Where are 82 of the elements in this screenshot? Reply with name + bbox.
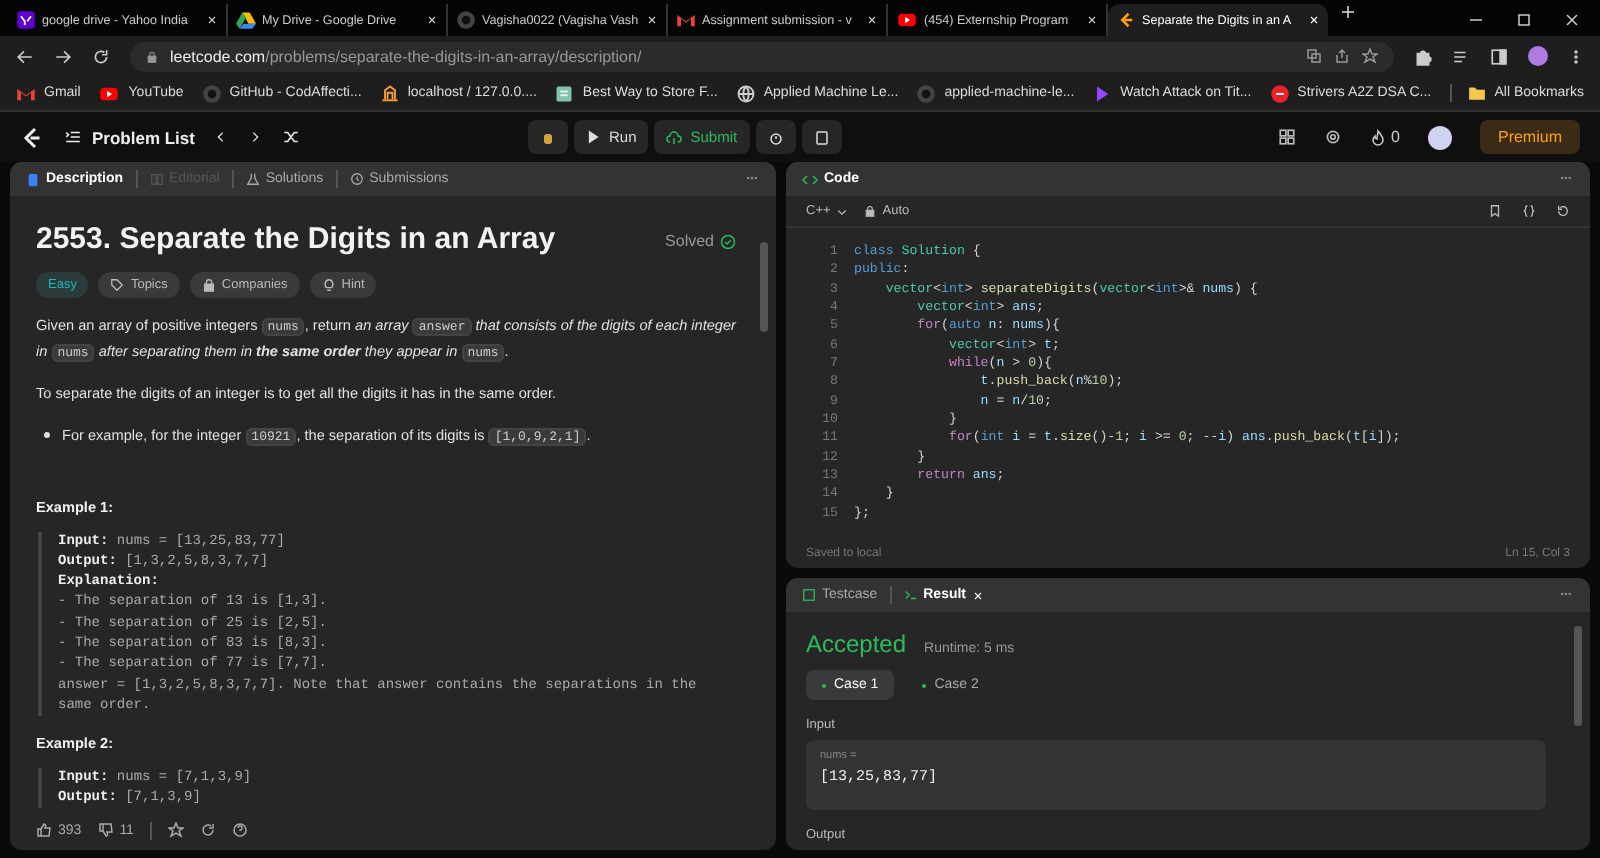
- avatar-circle[interactable]: [1427, 125, 1452, 149]
- reset-icon: [1556, 204, 1570, 218]
- premium-button[interactable]: Premium: [1479, 120, 1580, 154]
- layout-icon: [1277, 128, 1296, 146]
- thumbs-up-icon: [36, 822, 52, 838]
- chevron-down-icon: [836, 205, 849, 217]
- flask-icon: [245, 172, 260, 186]
- note-icon: [813, 129, 830, 145]
- globe-icon: [735, 83, 756, 103]
- star-icon: [1362, 48, 1378, 64]
- circle-logo-icon: [1269, 83, 1290, 103]
- close-icon: [206, 14, 218, 26]
- close-icon: [1308, 14, 1320, 26]
- cloud-upload-icon: [666, 129, 683, 145]
- star-icon: [167, 822, 184, 838]
- lock-icon: [864, 204, 877, 218]
- lightbulb-icon: [321, 278, 336, 292]
- share-icon: [1334, 48, 1350, 64]
- terminal-icon: [903, 588, 918, 602]
- lock-icon: [201, 278, 216, 292]
- triangle-logo-icon: [236, 10, 256, 30]
- close-icon: [646, 14, 658, 26]
- list-icon: [1452, 47, 1470, 65]
- list-icon: [64, 128, 82, 146]
- logo-icon: [20, 125, 44, 149]
- play-icon: [1092, 83, 1113, 103]
- reload-icon: [92, 47, 110, 65]
- folder-icon: [1468, 84, 1487, 102]
- back-icon: [16, 47, 34, 65]
- book-icon: [149, 172, 164, 186]
- settings-icon: [1323, 128, 1342, 146]
- checkbox-icon: [802, 588, 816, 602]
- more-icon: [1558, 587, 1574, 599]
- tag-icon: [110, 278, 125, 292]
- problem-title: 2553. Separate the Digits in an Array: [36, 220, 556, 260]
- share-icon: [199, 822, 216, 838]
- play-logo-icon: [896, 10, 918, 30]
- braces-icon: [1522, 204, 1536, 218]
- history-icon: [349, 172, 364, 186]
- forward-icon: [54, 47, 72, 65]
- shuffle-icon: [282, 128, 301, 146]
- page-icon: [554, 83, 575, 103]
- close-icon: [426, 14, 438, 26]
- solved-status: Solved: [665, 230, 736, 254]
- problem-list-button[interactable]: Problem List: [64, 127, 195, 147]
- sidebar-icon: [1490, 47, 1508, 65]
- close-icon: [972, 589, 985, 601]
- close-icon: [1086, 14, 1098, 26]
- alarm-clock-icon: [767, 129, 784, 145]
- avatar-circle[interactable]: [1528, 46, 1548, 66]
- maximize-icon: [1516, 12, 1532, 28]
- play-logo-icon: [98, 83, 121, 103]
- timer-button[interactable]: [755, 120, 796, 154]
- mail-logo-icon: [676, 10, 696, 30]
- notes-button[interactable]: [801, 120, 842, 154]
- plus-icon: [1340, 4, 1356, 20]
- help-icon: [231, 822, 248, 838]
- code-icon: [802, 171, 818, 187]
- document-icon: [26, 171, 40, 187]
- address-field[interactable]: leetcode.com/problems/separate-the-digits-in-an-array/description/: [130, 41, 1394, 71]
- thumbs-down-icon: [97, 822, 114, 838]
- scrollbar[interactable]: [760, 242, 768, 332]
- chevron-left-icon: [214, 130, 229, 144]
- more-icon: [744, 171, 760, 183]
- menu-icon: [1568, 47, 1584, 65]
- verdict: Accepted: [806, 630, 907, 658]
- bullet-icon: [44, 432, 50, 438]
- yahoo-logo-icon: [16, 10, 36, 30]
- play-icon: [586, 130, 601, 144]
- debug-button[interactable]: [528, 120, 569, 154]
- mail-logo-icon: [16, 83, 36, 103]
- more-icon: [1558, 171, 1574, 183]
- scrollbar[interactable]: [1574, 626, 1582, 726]
- close-icon: [866, 14, 878, 26]
- streak-counter[interactable]: 0: [1369, 128, 1400, 146]
- translate-icon: [1306, 48, 1322, 64]
- check-circle-icon: [720, 234, 736, 250]
- flame-icon: [1369, 128, 1386, 146]
- lock-icon: [146, 49, 158, 63]
- bookmark-icon: [1488, 204, 1502, 218]
- close-icon: [1564, 12, 1580, 28]
- chevron-right-icon: [248, 130, 263, 144]
